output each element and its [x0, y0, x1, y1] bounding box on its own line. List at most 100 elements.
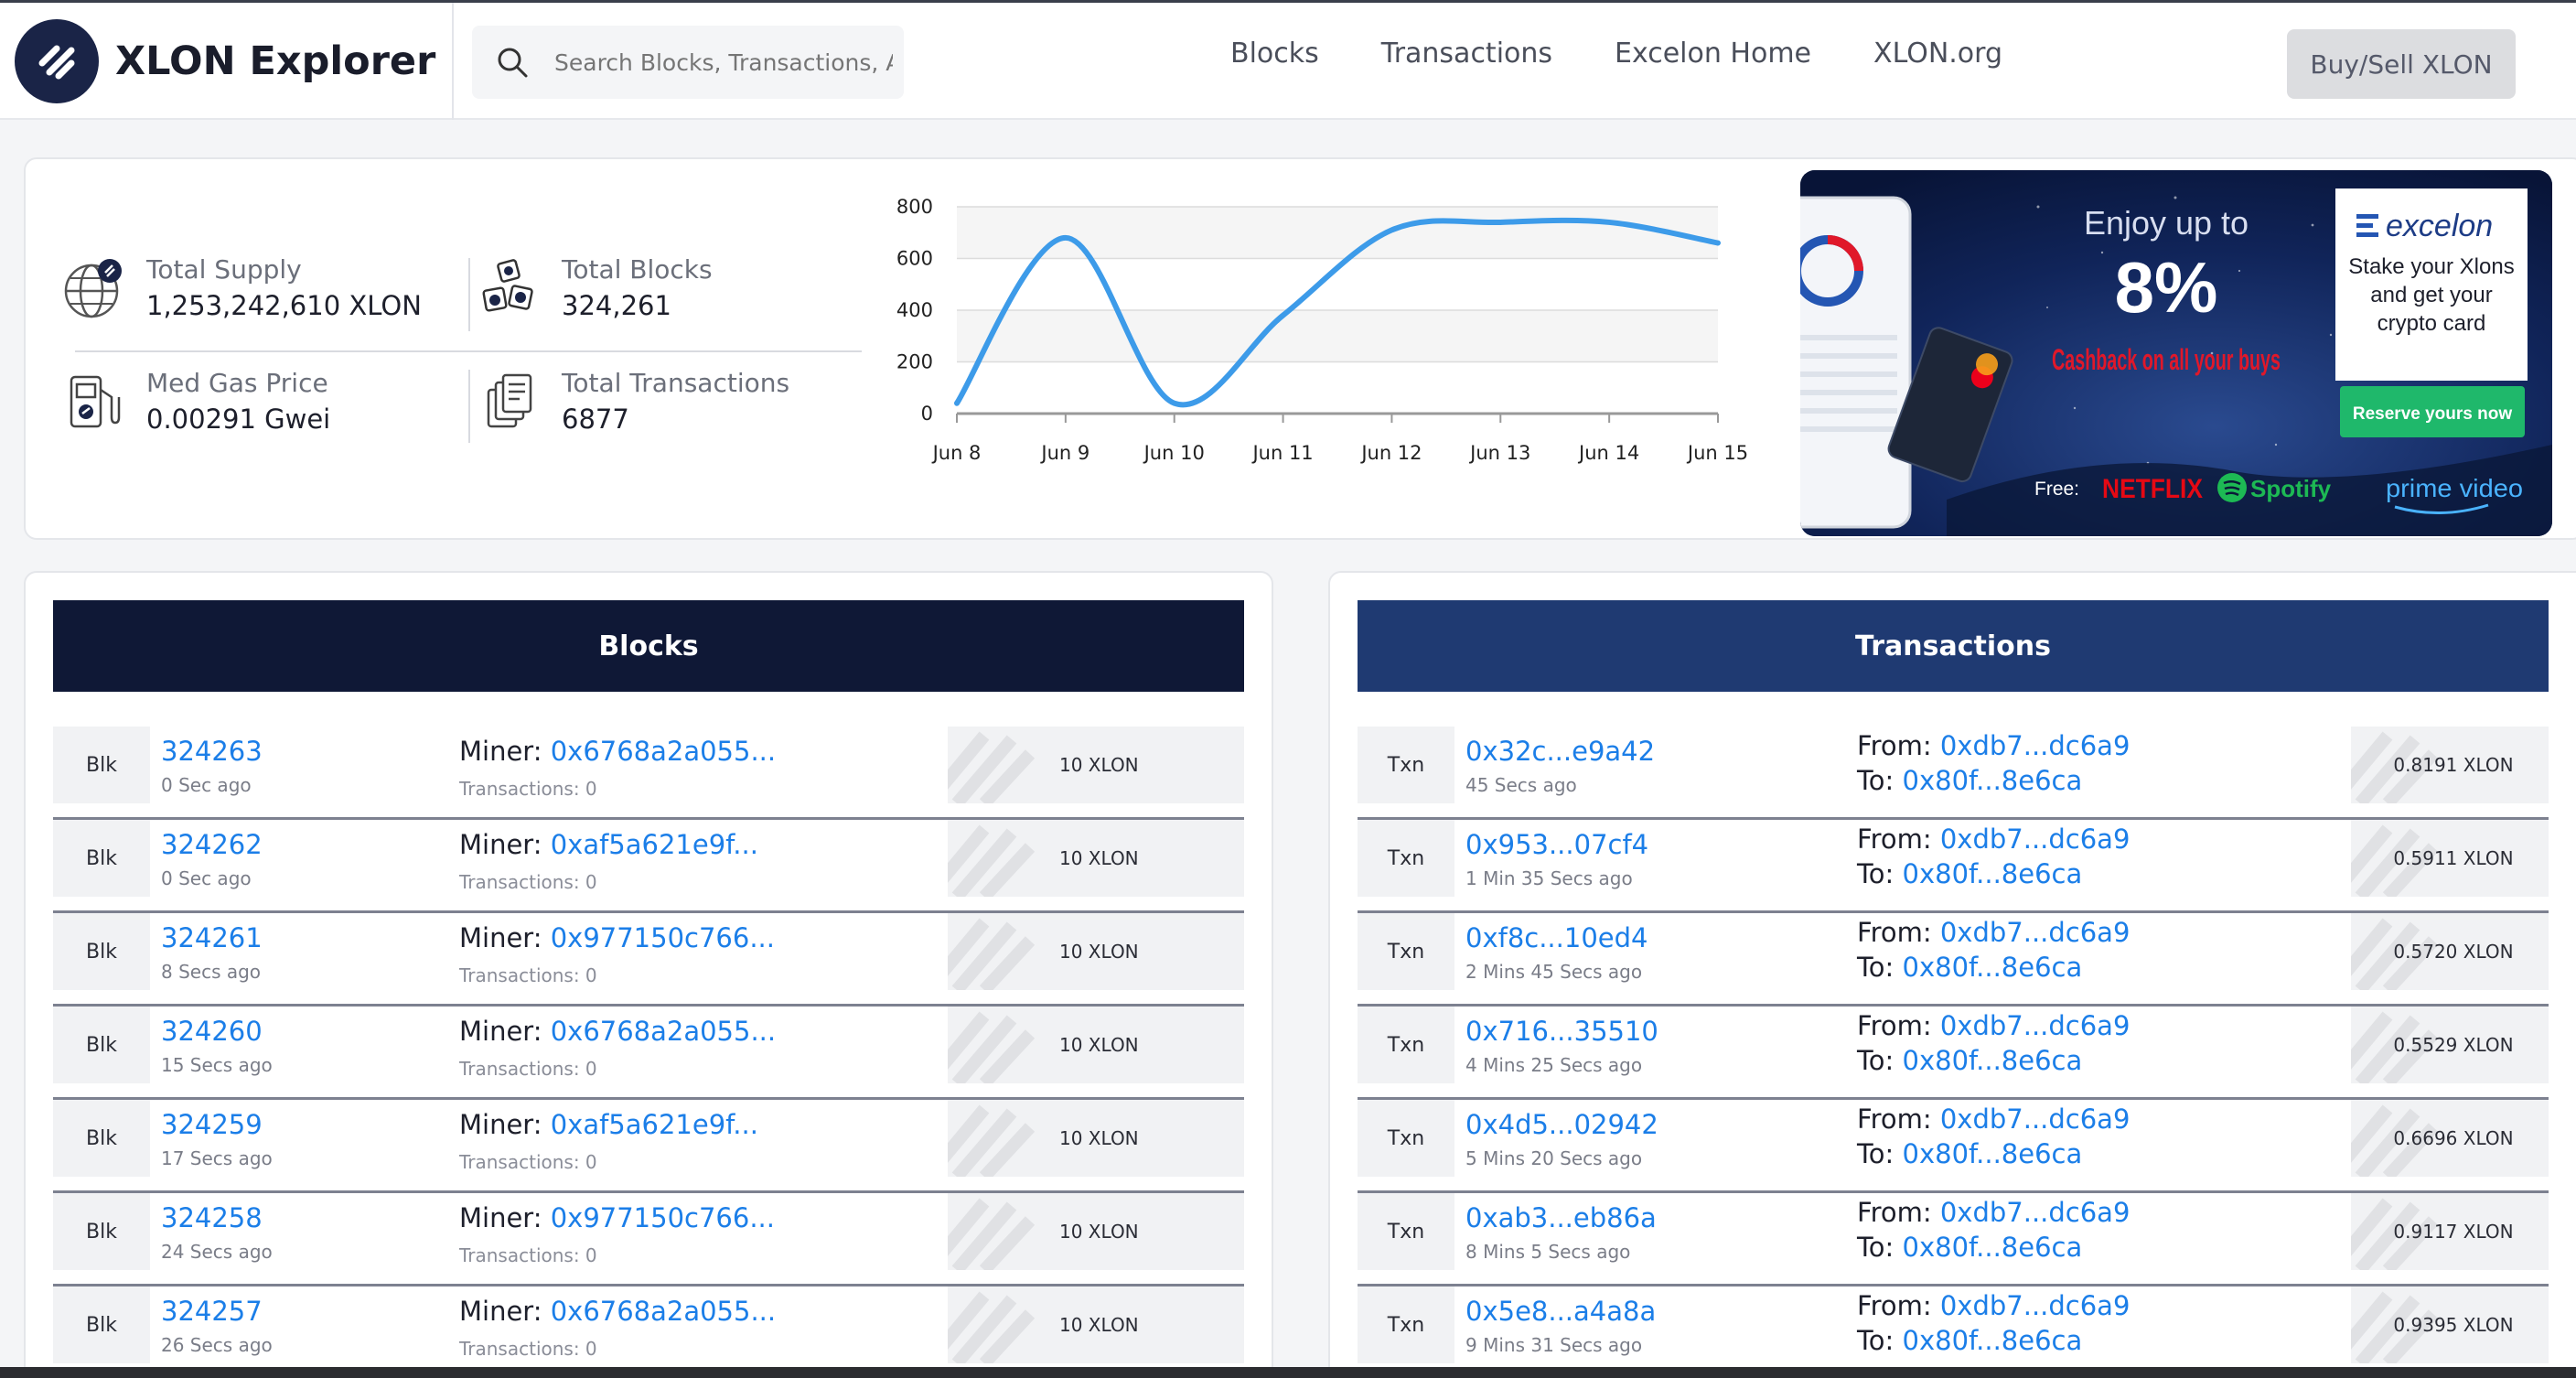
- reserve-button[interactable]: Reserve yours now: [2353, 404, 2512, 424]
- block-reward: 10 XLON: [948, 913, 1244, 990]
- transaction-hash-link[interactable]: 0x953...07cf4: [1465, 829, 1648, 860]
- block-age: 17 Secs ago: [161, 1147, 273, 1169]
- transaction-age: 45 Secs ago: [1465, 774, 1577, 796]
- stat-total-transactions: Total Transactions 6877: [478, 368, 789, 435]
- miner-label: Miner:: [459, 1296, 542, 1327]
- promo-banner[interactable]: Enjoy up to 8% Cashback on all your buys…: [1800, 170, 2552, 536]
- chart-x-tick-label: Jun 14: [1577, 442, 1639, 464]
- to-label: To:: [1857, 765, 1894, 796]
- miner-address-link[interactable]: 0x6768a2a055...: [551, 1296, 776, 1327]
- miner-address-link[interactable]: 0x977150c766...: [551, 922, 775, 953]
- chart-x-tick-label: Jun 11: [1250, 442, 1313, 464]
- nav-blocks[interactable]: Blocks: [1230, 38, 1319, 70]
- to-label: To:: [1857, 952, 1894, 983]
- transaction-to: To: 0x80f...8e6ca: [1857, 1232, 2082, 1263]
- transaction-hash-link[interactable]: 0xf8c...10ed4: [1465, 922, 1648, 953]
- from-address-link[interactable]: 0xdb7...dc6a9: [1940, 1290, 2131, 1321]
- block-row: Blk 324257 26 Secs ago Miner: 0x6768a2a055.…: [53, 1286, 1244, 1378]
- to-address-link[interactable]: 0x80f...8e6ca: [1903, 1325, 2083, 1356]
- block-miner: Miner: 0x977150c766...: [459, 1202, 775, 1233]
- chart-y-tick-label: 600: [896, 248, 933, 270]
- to-address-link[interactable]: 0x80f...8e6ca: [1903, 858, 2083, 889]
- transaction-hash-link[interactable]: 0x716...35510: [1465, 1016, 1658, 1047]
- from-label: From:: [1857, 730, 1932, 761]
- block-tag: Blk: [53, 1007, 150, 1083]
- promo-headline: Enjoy up to: [2084, 204, 2249, 242]
- stat-total-supply: Total Supply 1,253,242,610 XLON: [62, 254, 422, 321]
- block-number-link[interactable]: 324257: [161, 1296, 263, 1327]
- miner-label: Miner:: [459, 1016, 542, 1047]
- to-address-link[interactable]: 0x80f...8e6ca: [1903, 1138, 2083, 1169]
- promo-stake-text: Stake your Xlons and get your crypto car…: [2348, 254, 2515, 337]
- block-row: Blk 324263 0 Sec ago Miner: 0x6768a2a055...…: [53, 727, 1244, 820]
- transaction-value-text: 0.6696 XLON: [2393, 1127, 2514, 1149]
- nav-transactions[interactable]: Transactions: [1381, 38, 1552, 70]
- xlon-logo-icon: [15, 19, 99, 103]
- transaction-row: Txn 0x716...35510 4 Mins 25 Secs ago From: …: [1358, 1007, 2549, 1100]
- to-label: To:: [1857, 1232, 1894, 1263]
- from-address-link[interactable]: 0xdb7...dc6a9: [1940, 1103, 2131, 1135]
- block-reward-value: 10 XLON: [1059, 847, 1139, 869]
- transaction-hash-link[interactable]: 0x5e8...a4a8a: [1465, 1296, 1656, 1327]
- block-age: 0 Sec ago: [161, 867, 252, 889]
- search-box[interactable]: [472, 26, 904, 99]
- transaction-hash-link[interactable]: 0xab3...eb86a: [1465, 1202, 1657, 1233]
- search-icon[interactable]: [494, 44, 531, 81]
- transaction-from: From: 0xdb7...dc6a9: [1857, 1010, 2130, 1041]
- transaction-row: Txn 0x953...07cf4 1 Min 35 Secs ago From: 0…: [1358, 820, 2549, 913]
- window-bottom-edge: [0, 1367, 2576, 1378]
- gas-price-value: 0.00291 Gwei: [146, 404, 331, 435]
- block-reward: 10 XLON: [948, 727, 1244, 803]
- block-row: Blk 324262 0 Sec ago Miner: 0xaf5a621e9f...…: [53, 820, 1244, 913]
- chart-x-tick-label: Jun 10: [1143, 442, 1205, 464]
- block-number-link[interactable]: 324258: [161, 1202, 263, 1233]
- transaction-hash-link[interactable]: 0x32c...e9a42: [1465, 736, 1655, 767]
- stripes-pattern: [948, 1291, 1036, 1363]
- from-address-link[interactable]: 0xdb7...dc6a9: [1940, 1197, 2131, 1228]
- nav-excelon-home[interactable]: Excelon Home: [1615, 38, 1811, 70]
- chart-x-tick-label: Jun 13: [1468, 442, 1530, 464]
- block-number-link[interactable]: 324263: [161, 736, 263, 767]
- stat-divider-horizontal: [75, 350, 862, 352]
- transaction-hash-link[interactable]: 0x4d5...02942: [1465, 1109, 1658, 1140]
- transaction-from: From: 0xdb7...dc6a9: [1857, 730, 2130, 761]
- block-number-link[interactable]: 324262: [161, 829, 263, 860]
- block-tag: Blk: [53, 1286, 150, 1363]
- transaction-from: From: 0xdb7...dc6a9: [1857, 824, 2130, 855]
- to-address-link[interactable]: 0x80f...8e6ca: [1903, 952, 2083, 983]
- miner-address-link[interactable]: 0x977150c766...: [551, 1202, 775, 1233]
- transaction-value: 0.8191 XLON: [2351, 727, 2549, 803]
- block-number-link[interactable]: 324261: [161, 922, 263, 953]
- to-address-link[interactable]: 0x80f...8e6ca: [1903, 1232, 2083, 1263]
- buy-sell-button[interactable]: Buy/Sell XLON: [2287, 29, 2516, 99]
- from-address-link[interactable]: 0xdb7...dc6a9: [1940, 824, 2131, 855]
- chart-grid-band: [957, 361, 1718, 414]
- nav-xlon-org[interactable]: XLON.org: [1873, 38, 2002, 70]
- from-address-link[interactable]: 0xdb7...dc6a9: [1940, 917, 2131, 948]
- from-address-link[interactable]: 0xdb7...dc6a9: [1940, 1010, 2131, 1041]
- transaction-tag: Txn: [1358, 820, 1454, 897]
- chart-y-tick-label: 800: [896, 196, 933, 218]
- to-label: To:: [1857, 1138, 1894, 1169]
- search-input[interactable]: [554, 48, 893, 76]
- miner-address-link[interactable]: 0xaf5a621e9f...: [551, 829, 758, 860]
- brand[interactable]: XLON Explorer: [15, 19, 435, 103]
- transaction-from: From: 0xdb7...dc6a9: [1857, 1197, 2130, 1228]
- total-supply-label: Total Supply: [146, 254, 302, 285]
- to-address-link[interactable]: 0x80f...8e6ca: [1903, 765, 2083, 796]
- to-address-link[interactable]: 0x80f...8e6ca: [1903, 1045, 2083, 1076]
- from-address-link[interactable]: 0xdb7...dc6a9: [1940, 730, 2131, 761]
- block-number-link[interactable]: 324260: [161, 1016, 263, 1047]
- miner-label: Miner:: [459, 736, 542, 767]
- miner-address-link[interactable]: 0x6768a2a055...: [551, 1016, 776, 1047]
- transaction-age: 2 Mins 45 Secs ago: [1465, 961, 1643, 983]
- block-age: 26 Secs ago: [161, 1334, 273, 1356]
- miner-label: Miner:: [459, 1109, 542, 1140]
- transaction-row: Txn 0x4d5...02942 5 Mins 20 Secs ago From: …: [1358, 1100, 2549, 1193]
- block-number-link[interactable]: 324259: [161, 1109, 263, 1140]
- miner-address-link[interactable]: 0x6768a2a055...: [551, 736, 776, 767]
- block-tx-count: Transactions: 0: [459, 964, 597, 986]
- block-reward: 10 XLON: [948, 820, 1244, 897]
- promo-brand: excelon: [2386, 209, 2493, 243]
- miner-address-link[interactable]: 0xaf5a621e9f...: [551, 1109, 758, 1140]
